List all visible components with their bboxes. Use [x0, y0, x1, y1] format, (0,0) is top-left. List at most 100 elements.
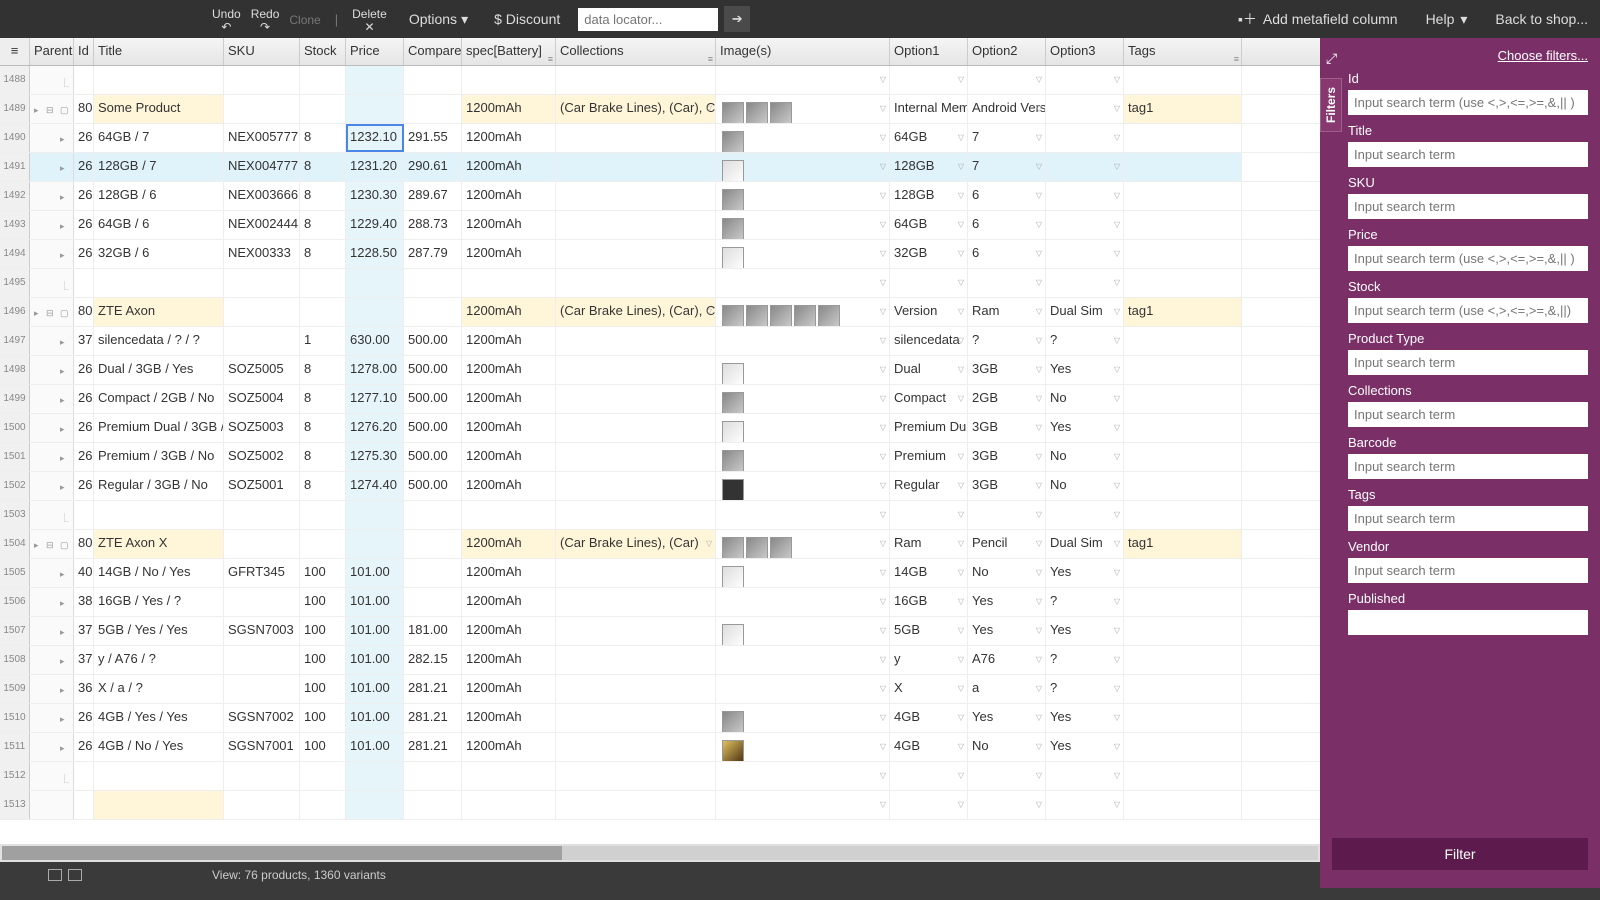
cell[interactable]: SOZ5004 [224, 385, 300, 413]
table-row[interactable]: 1489▸⊟▢80Some Product1200mAh(Car Brake L… [0, 95, 1320, 124]
option-cell[interactable]: No▽ [1046, 472, 1124, 500]
dropdown-icon[interactable]: ▽ [958, 394, 964, 403]
images-cell[interactable]: ▽ [716, 182, 890, 210]
add-metafield-button[interactable]: ▪＋Add metafield column [1238, 9, 1398, 29]
cell[interactable]: 500.00 [404, 443, 462, 471]
images-cell[interactable]: ▽ [716, 356, 890, 384]
tree-cell[interactable]: ▸ [30, 588, 74, 616]
tree-cell[interactable]: ▸ [30, 327, 74, 355]
tags-cell[interactable] [1124, 791, 1242, 819]
table-row[interactable]: 1496▸⊟▢80ZTE Axon1200mAh(Car Brake Lines… [0, 298, 1320, 327]
tree-cell[interactable]: ⎿ [30, 762, 74, 790]
cell[interactable] [224, 588, 300, 616]
cell[interactable]: 1200mAh [462, 414, 556, 442]
filter-input-product-type[interactable] [1348, 350, 1588, 375]
dropdown-icon[interactable]: ▽ [958, 133, 964, 142]
row-number[interactable]: 1506 [0, 588, 30, 616]
collections-cell[interactable] [556, 124, 716, 152]
row-number[interactable]: 1489 [0, 95, 30, 123]
table-row[interactable]: 1504▸⊟▢80ZTE Axon X1200mAh(Car Brake Lin… [0, 530, 1320, 559]
option-cell[interactable]: a▽ [968, 675, 1046, 703]
filter-input-barcode[interactable] [1348, 454, 1588, 479]
option-cell[interactable]: Yes▽ [968, 588, 1046, 616]
dropdown-icon[interactable]: ▽ [1036, 742, 1042, 751]
tree-cell[interactable]: ▸ [30, 124, 74, 152]
cell[interactable]: 38 [74, 588, 94, 616]
images-cell[interactable]: ▽ [716, 646, 890, 674]
option-cell[interactable]: Premium Du▽ [890, 414, 968, 442]
collections-cell[interactable] [556, 762, 716, 790]
cell[interactable]: 100 [300, 704, 346, 732]
option-cell[interactable]: 7▽ [968, 153, 1046, 181]
dropdown-icon[interactable]: ▽ [880, 365, 886, 374]
col-menu-icon[interactable]: ≡ [1234, 54, 1239, 64]
cell[interactable]: 1200mAh [462, 472, 556, 500]
option-cell[interactable]: Dual Sim▽ [1046, 298, 1124, 326]
scroll-thumb[interactable] [2, 846, 562, 860]
dropdown-icon[interactable]: ▽ [1036, 713, 1042, 722]
cell[interactable]: 8 [300, 385, 346, 413]
title-cell[interactable]: ZTE Axon [94, 298, 224, 326]
images-cell[interactable]: ▽ [716, 240, 890, 268]
row-number[interactable]: 1494 [0, 240, 30, 268]
cell[interactable]: 26 [74, 414, 94, 442]
table-row[interactable]: 1503⎿▽▽▽▽ [0, 501, 1320, 530]
cell[interactable] [300, 66, 346, 94]
filter-button[interactable]: Filter [1332, 838, 1588, 870]
title-cell[interactable]: 128GB / 7 [94, 153, 224, 181]
cell[interactable]: 80 [74, 530, 94, 558]
thumbnail[interactable] [746, 537, 768, 558]
row-number[interactable]: 1508 [0, 646, 30, 674]
dropdown-icon[interactable]: ▽ [1114, 104, 1120, 113]
dropdown-icon[interactable]: ▽ [880, 597, 886, 606]
discount-button[interactable]: $ Discount [494, 11, 560, 27]
cell[interactable]: 100 [300, 675, 346, 703]
cell[interactable]: NEX00333 [224, 240, 300, 268]
cell[interactable]: NEX003666 [224, 182, 300, 210]
thumbnail[interactable] [794, 305, 816, 326]
title-cell[interactable]: 64GB / 6 [94, 211, 224, 239]
cell[interactable]: 8 [300, 472, 346, 500]
dropdown-icon[interactable]: ▽ [958, 336, 964, 345]
option-cell[interactable]: 2GB▽ [968, 385, 1046, 413]
table-row[interactable]: 1500▸26Premium Dual / 3GB / YSOZ50038127… [0, 414, 1320, 443]
dropdown-icon[interactable]: ▽ [958, 481, 964, 490]
table-row[interactable]: 1497▸37silencedata / ? / ?1630.00500.001… [0, 327, 1320, 356]
dropdown-icon[interactable]: ▽ [958, 597, 964, 606]
dropdown-icon[interactable]: ▽ [1036, 597, 1042, 606]
tags-cell[interactable]: tag1 [1124, 298, 1242, 326]
thumbnail[interactable] [722, 624, 744, 645]
images-cell[interactable]: ▽ [716, 385, 890, 413]
cell[interactable]: 8 [300, 211, 346, 239]
table-row[interactable]: 1495⎿▽▽▽▽ [0, 269, 1320, 298]
table-row[interactable]: 1507▸375GB / Yes / YesSGSN7003100101.001… [0, 617, 1320, 646]
dropdown-icon[interactable]: ▽ [1114, 191, 1120, 200]
title-cell[interactable]: 32GB / 6 [94, 240, 224, 268]
tree-cell[interactable]: ▸ [30, 443, 74, 471]
cell[interactable]: 26 [74, 124, 94, 152]
tree-cell[interactable]: ▸ [30, 356, 74, 384]
cell[interactable]: 100 [300, 588, 346, 616]
thumbnail[interactable] [722, 537, 744, 558]
collections-cell[interactable] [556, 356, 716, 384]
dropdown-icon[interactable]: ▽ [1114, 684, 1120, 693]
tree-cell[interactable]: ▸ [30, 211, 74, 239]
cell[interactable]: 1200mAh [462, 153, 556, 181]
cell[interactable] [404, 66, 462, 94]
cell[interactable]: 26 [74, 733, 94, 761]
option-cell[interactable]: 6▽ [968, 182, 1046, 210]
dropdown-icon[interactable]: ▽ [958, 220, 964, 229]
thumbnail[interactable] [722, 102, 744, 123]
col-id[interactable]: Id [74, 38, 94, 65]
dropdown-icon[interactable]: ▽ [958, 655, 964, 664]
price-cell[interactable]: 1275.30 [346, 443, 404, 471]
tags-cell[interactable] [1124, 240, 1242, 268]
collections-cell[interactable] [556, 588, 716, 616]
title-cell[interactable] [94, 269, 224, 297]
price-cell[interactable] [346, 95, 404, 123]
dropdown-icon[interactable]: ▽ [1036, 481, 1042, 490]
cell[interactable]: 40 [74, 559, 94, 587]
dropdown-icon[interactable]: ▽ [880, 191, 886, 200]
cell[interactable] [74, 762, 94, 790]
cell[interactable]: 8 [300, 443, 346, 471]
